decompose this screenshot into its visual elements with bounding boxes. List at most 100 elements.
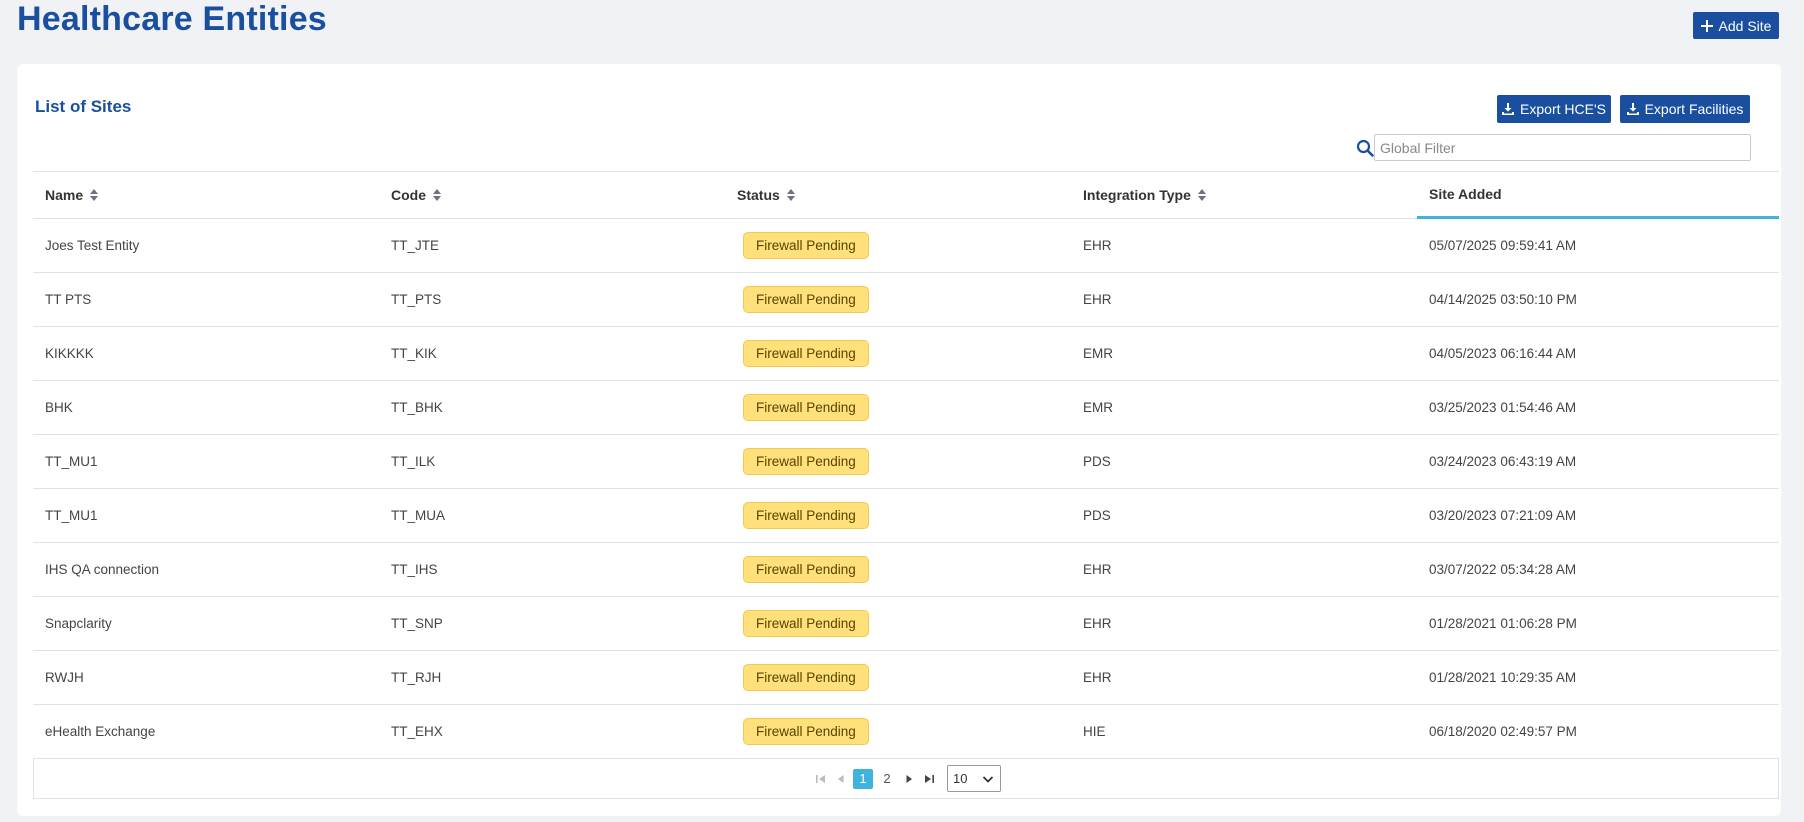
cell-status: Firewall Pending bbox=[725, 394, 1071, 421]
page-button[interactable]: 1 bbox=[853, 768, 873, 789]
cell-name: Snapclarity bbox=[45, 616, 112, 631]
cell-site-added: 01/28/2021 01:06:28 PM bbox=[1429, 616, 1577, 631]
rows-per-page-value: 10 bbox=[953, 771, 968, 786]
cell-integration-type: EHR bbox=[1083, 670, 1112, 685]
status-badge: Firewall Pending bbox=[743, 610, 869, 637]
table-row[interactable]: TT_MU1 TT_ILK Firewall Pending PDS 03/24/202… bbox=[33, 435, 1779, 489]
cell-name: Joes Test Entity bbox=[45, 238, 140, 253]
last-page-button[interactable] bbox=[919, 769, 939, 789]
plus-icon bbox=[1700, 19, 1713, 32]
status-badge: Firewall Pending bbox=[743, 502, 869, 529]
cell-integration-type: HIE bbox=[1083, 724, 1106, 739]
cell-name: TT_MU1 bbox=[45, 454, 98, 469]
cell-code: TT_IHS bbox=[391, 562, 438, 577]
sites-card: List of Sites Export HCE'S Export Facili… bbox=[17, 64, 1781, 816]
cell-code: TT_EHX bbox=[391, 724, 443, 739]
table-row[interactable]: IHS QA connection TT_IHS Firewall Pending E… bbox=[33, 543, 1779, 597]
cell-code: TT_JTE bbox=[391, 238, 440, 253]
cell-integration-type: EMR bbox=[1083, 346, 1113, 361]
table-row[interactable]: eHealth Exchange TT_EHX Firewall Pending HI… bbox=[33, 705, 1779, 759]
cell-name: TT PTS bbox=[45, 292, 92, 307]
prev-page-button[interactable] bbox=[831, 769, 851, 789]
page-button[interactable]: 2 bbox=[877, 769, 897, 789]
page-title: Healthcare Entities bbox=[17, 0, 327, 38]
sort-icon bbox=[786, 189, 795, 201]
cell-code: TT_MUA bbox=[391, 508, 445, 523]
status-badge: Firewall Pending bbox=[743, 340, 869, 367]
cell-site-added: 04/05/2023 06:16:44 AM bbox=[1429, 346, 1577, 361]
table-row[interactable]: RWJH TT_RJH Firewall Pending EHR 01/28/2021 … bbox=[33, 651, 1779, 705]
cell-site-added: 05/07/2025 09:59:41 AM bbox=[1429, 238, 1577, 253]
cell-integration-type: EHR bbox=[1083, 616, 1112, 631]
cell-name: IHS QA connection bbox=[45, 562, 160, 577]
status-badge: Firewall Pending bbox=[743, 286, 869, 313]
cell-status: Firewall Pending bbox=[725, 286, 1071, 313]
cell-code: TT_BHK bbox=[391, 400, 443, 415]
table-row[interactable]: KIKKKK TT_KIK Firewall Pending EMR 04/05/202… bbox=[33, 327, 1779, 381]
status-badge: Firewall Pending bbox=[743, 394, 869, 421]
cell-name: KIKKKK bbox=[45, 346, 94, 361]
cell-integration-type: EHR bbox=[1083, 292, 1112, 307]
cell-site-added: 06/18/2020 02:49:57 PM bbox=[1429, 724, 1577, 739]
cell-code: TT_SNP bbox=[391, 616, 443, 631]
cell-status: Firewall Pending bbox=[725, 718, 1071, 745]
column-label: Integration Type bbox=[1083, 187, 1191, 203]
column-label: Site Added bbox=[1429, 186, 1502, 202]
sort-icon bbox=[90, 189, 99, 201]
table-body: Joes Test Entity TT_JTE Firewall Pending EH… bbox=[33, 219, 1779, 759]
cell-status: Firewall Pending bbox=[725, 610, 1071, 637]
cell-integration-type: PDS bbox=[1083, 508, 1111, 523]
add-site-button[interactable]: Add Site bbox=[1693, 12, 1779, 39]
cell-status: Firewall Pending bbox=[725, 502, 1071, 529]
table-row[interactable]: TT_MU1 TT_MUA Firewall Pending PDS 03/20/202… bbox=[33, 489, 1779, 543]
cell-site-added: 03/25/2023 01:54:46 AM bbox=[1429, 400, 1577, 415]
download-icon bbox=[1502, 103, 1515, 115]
paginator: 1 2 10 bbox=[33, 758, 1779, 799]
column-header-integration-type[interactable]: Integration Type bbox=[1071, 172, 1417, 218]
table-row[interactable]: BHK TT_BHK Firewall Pending EMR 03/25/2023 0… bbox=[33, 381, 1779, 435]
cell-name: RWJH bbox=[45, 670, 84, 685]
last-page-icon bbox=[925, 774, 934, 783]
cell-status: Firewall Pending bbox=[725, 448, 1071, 475]
sort-icon bbox=[1197, 189, 1206, 201]
export-hce-button[interactable]: Export HCE'S bbox=[1497, 95, 1611, 123]
cell-site-added: 01/28/2021 10:29:35 AM bbox=[1429, 670, 1577, 685]
next-page-icon bbox=[906, 774, 912, 783]
cell-code: TT_KIK bbox=[391, 346, 437, 361]
table-row[interactable]: Joes Test Entity TT_JTE Firewall Pending EH… bbox=[33, 219, 1779, 273]
search-icon bbox=[1356, 139, 1374, 157]
cell-integration-type: EMR bbox=[1083, 400, 1113, 415]
status-badge: Firewall Pending bbox=[743, 664, 869, 691]
column-header-name[interactable]: Name bbox=[33, 172, 379, 218]
column-header-code[interactable]: Code bbox=[379, 172, 725, 218]
status-badge: Firewall Pending bbox=[743, 556, 869, 583]
download-icon bbox=[1626, 103, 1639, 115]
cell-integration-type: PDS bbox=[1083, 454, 1111, 469]
sort-icon bbox=[433, 189, 441, 201]
column-header-site-added[interactable]: Site Added bbox=[1417, 172, 1779, 219]
cell-site-added: 04/14/2025 03:50:10 PM bbox=[1429, 292, 1577, 307]
column-label: Name bbox=[45, 187, 84, 203]
export-facilities-label: Export Facilities bbox=[1644, 101, 1744, 117]
cell-site-added: 03/20/2023 07:21:09 AM bbox=[1429, 508, 1577, 523]
status-badge: Firewall Pending bbox=[743, 718, 869, 745]
cell-code: TT_ILK bbox=[391, 454, 436, 469]
rows-per-page-select[interactable]: 10 bbox=[947, 765, 1001, 792]
chevron-down-icon bbox=[982, 775, 994, 783]
cell-code: TT_RJH bbox=[391, 670, 442, 685]
global-filter-input[interactable] bbox=[1374, 134, 1751, 161]
column-header-status[interactable]: Status bbox=[725, 172, 1071, 218]
cell-status: Firewall Pending bbox=[725, 664, 1071, 691]
next-page-button[interactable] bbox=[899, 769, 919, 789]
cell-site-added: 03/07/2022 05:34:28 AM bbox=[1429, 562, 1577, 577]
cell-site-added: 03/24/2023 06:43:19 AM bbox=[1429, 454, 1577, 469]
cell-status: Firewall Pending bbox=[725, 340, 1071, 367]
table-row[interactable]: TT PTS TT_PTS Firewall Pending EHR 04/14/202… bbox=[33, 273, 1779, 327]
export-facilities-button[interactable]: Export Facilities bbox=[1620, 95, 1750, 123]
first-page-button[interactable] bbox=[811, 769, 831, 789]
table-row[interactable]: Snapclarity TT_SNP Firewall Pending EHR 01/2… bbox=[33, 597, 1779, 651]
cell-code: TT_PTS bbox=[391, 292, 442, 307]
cell-name: TT_MU1 bbox=[45, 508, 98, 523]
add-site-label: Add Site bbox=[1718, 17, 1772, 34]
card-title: List of Sites bbox=[35, 97, 132, 116]
